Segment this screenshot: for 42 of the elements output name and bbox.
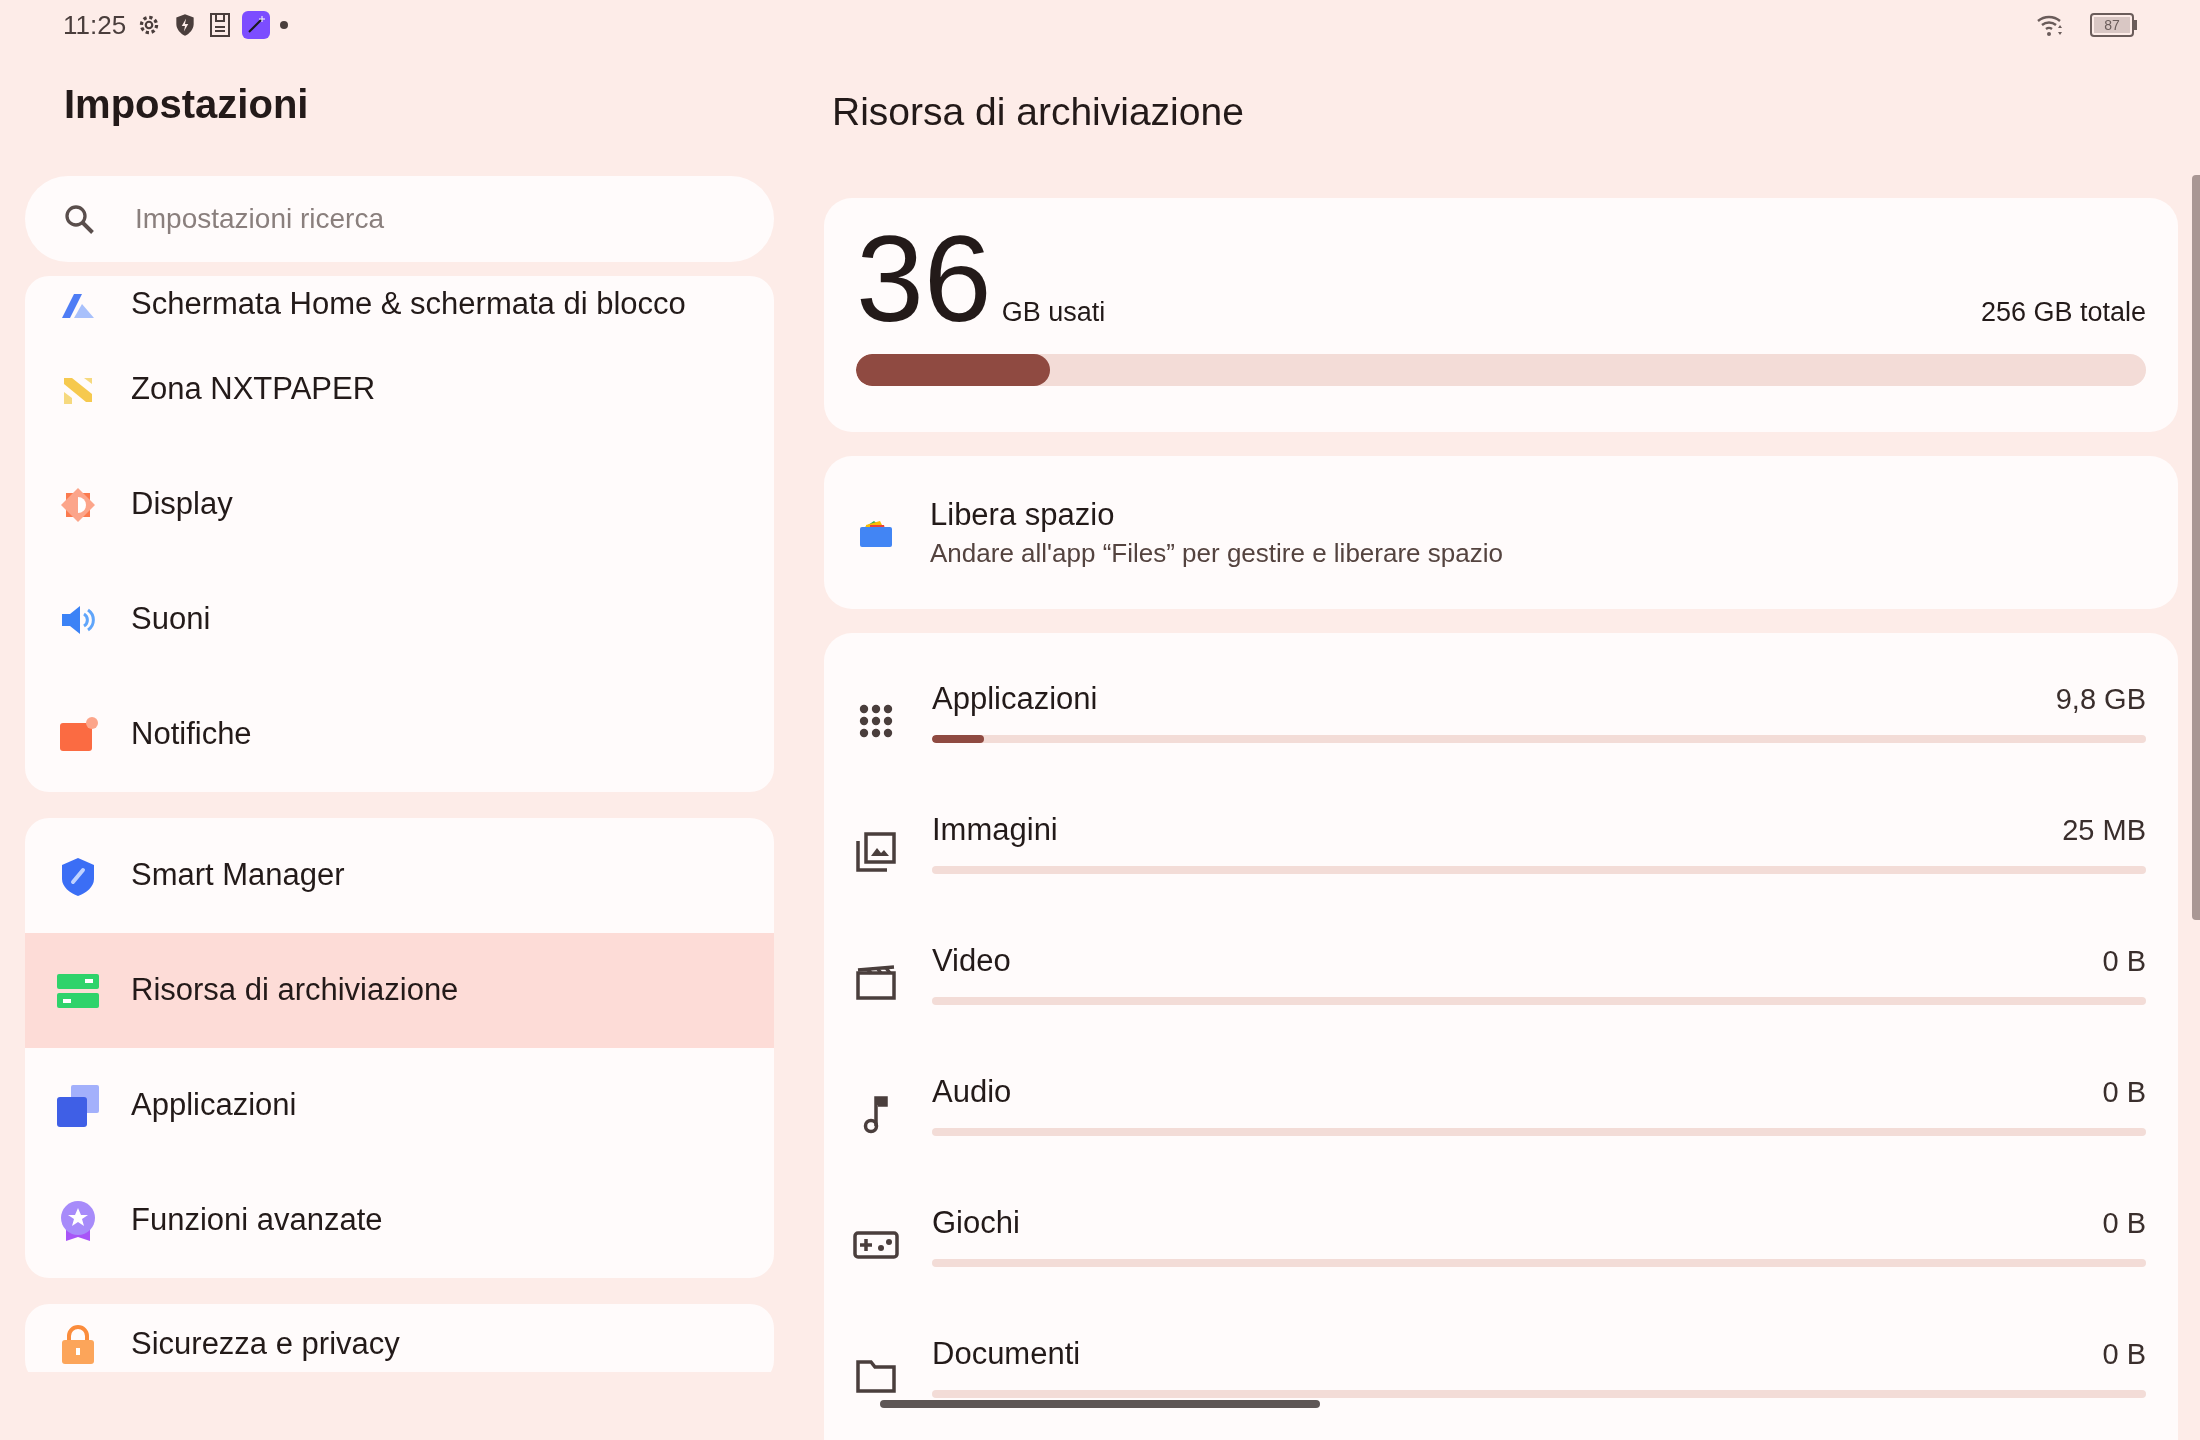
home-indicator[interactable] <box>880 1400 1320 1408</box>
settings-item[interactable]: Suoni <box>25 562 774 677</box>
category-size: 9,8 GB <box>2055 681 2146 717</box>
category-size: 0 B <box>2102 943 2146 979</box>
wifi-icon <box>2036 13 2064 37</box>
category-size: 0 B <box>2102 1336 2146 1372</box>
settings-item[interactable]: Display <box>25 447 774 562</box>
used-label: GB usati <box>1001 295 1106 329</box>
category-label[interactable]: Documenti <box>932 1333 1081 1374</box>
storage-icon <box>57 973 99 1008</box>
wand-app-icon <box>242 11 271 39</box>
settings-item[interactable]: Schermata Home & schermata di blocco <box>25 276 774 332</box>
category-label[interactable]: Applicazioni <box>932 678 1098 719</box>
category-label[interactable]: Video <box>932 940 1011 981</box>
settings-item[interactable]: Zona NXTPAPER <box>25 332 774 447</box>
document-icon <box>208 12 233 38</box>
battery-icon: 87 <box>2090 13 2137 37</box>
gamepad-icon <box>852 1230 900 1259</box>
stacked-squares-icon <box>57 1084 99 1127</box>
notification-dot-icon <box>280 21 289 29</box>
category-label[interactable]: Giochi <box>932 1202 1020 1243</box>
settings-item[interactable]: Smart Manager <box>25 818 774 933</box>
category-label[interactable]: Immagini <box>932 809 1058 850</box>
settings-item[interactable]: Funzioni avanzate <box>25 1163 774 1278</box>
search-field[interactable]: Impostazioni ricerca <box>25 176 774 262</box>
free-space-card[interactable]: Libera spazio Andare all'app “Files” per gestire e liberare spazio <box>824 456 2178 609</box>
category-size: 25 MB <box>2062 812 2146 848</box>
used-amount: 36 <box>856 224 992 334</box>
settings-item[interactable]: Sicurezza e privacy <box>25 1304 774 1372</box>
total-label: 256 GB totale <box>1980 295 2146 329</box>
settings-item[interactable]: Applicazioni <box>25 1048 774 1163</box>
category-size: 0 B <box>2102 1205 2146 1241</box>
status-time: 11:25 <box>63 8 127 42</box>
files-app-icon <box>860 518 892 547</box>
settings-item[interactable]: Notifiche <box>25 677 774 792</box>
sidebar-title: Impostazioni <box>64 81 310 128</box>
category-label[interactable]: Audio <box>932 1071 1012 1112</box>
free-space-subtitle: Andare all'app “Files” per gestire e liberare spazio <box>930 536 1503 570</box>
category-size: 0 B <box>2102 1074 2146 1110</box>
settings-item[interactable]: Risorsa di archiviazione <box>25 933 774 1048</box>
free-space-title: Libera spazio <box>930 495 1116 534</box>
page-title: Risorsa di archiviazione <box>832 89 1245 135</box>
